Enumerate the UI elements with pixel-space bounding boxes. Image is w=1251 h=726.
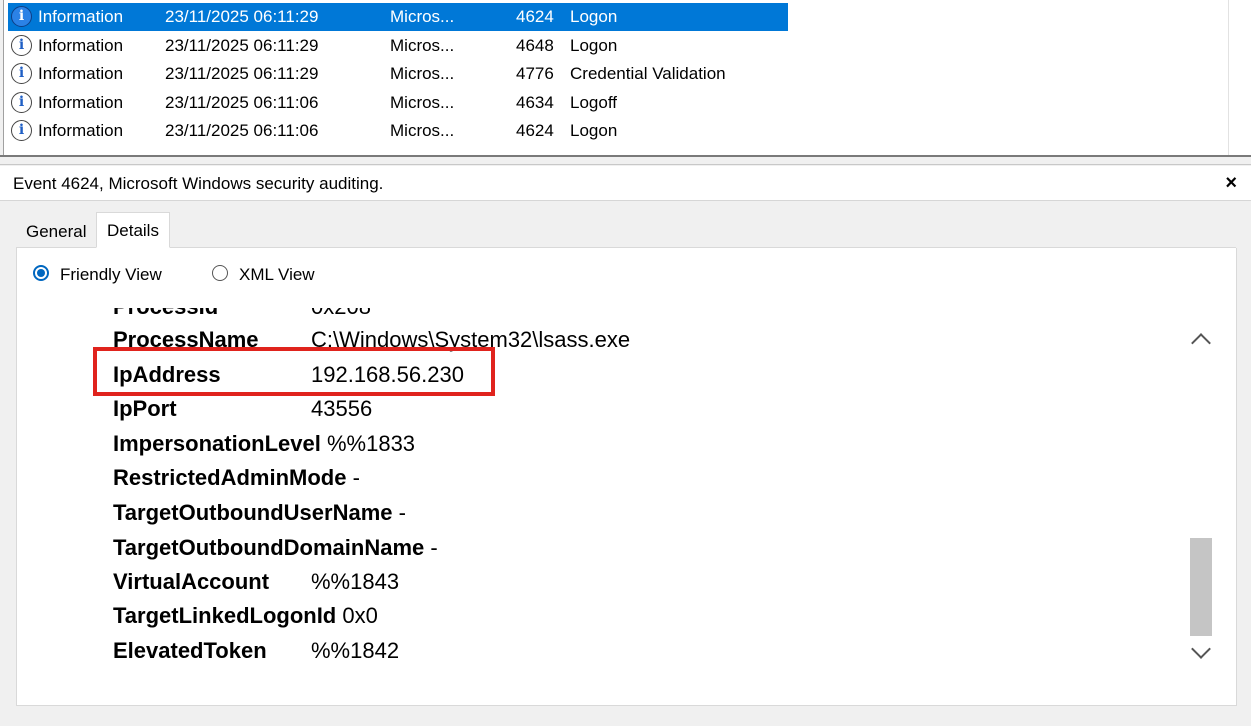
event-id: 4634: [516, 93, 554, 112]
event-id: 4624: [516, 7, 554, 26]
event-row[interactable]: i Information 23/11/2025 06:11:29 Micros…: [8, 60, 788, 88]
event-id: 4776: [516, 64, 554, 83]
event-date: 23/11/2025 06:11:29: [165, 7, 319, 26]
event-date: 23/11/2025 06:11:29: [165, 36, 319, 55]
list-right-border: [1228, 0, 1251, 155]
field-key: IpPort: [113, 396, 177, 421]
info-icon: i: [11, 63, 32, 84]
info-icon: i: [11, 6, 32, 27]
radio-selected-icon[interactable]: [33, 265, 49, 281]
field-value: -: [430, 535, 438, 560]
event-id: 4648: [516, 36, 554, 55]
pane-splitter[interactable]: [0, 155, 1251, 165]
event-task: Logon: [570, 36, 618, 55]
friendly-view-label: Friendly View: [60, 265, 162, 284]
field-key: TargetOutboundDomainName: [113, 535, 425, 560]
list-left-border: [0, 0, 4, 155]
ip-address-highlight: [93, 347, 495, 396]
chevron-up-icon[interactable]: [1188, 326, 1214, 353]
info-icon: i: [11, 35, 32, 56]
event-date: 23/11/2025 06:11:06: [165, 93, 319, 112]
event-date: 23/11/2025 06:11:29: [165, 64, 319, 83]
field-value: %%1842: [311, 638, 400, 663]
event-list[interactable]: i Information 23/11/2025 06:11:29 Micros…: [0, 0, 1251, 155]
field-value: -: [352, 465, 360, 490]
info-icon: i: [11, 92, 32, 113]
event-level: Information: [38, 64, 124, 83]
field-key: VirtualAccount: [113, 569, 270, 594]
field-value: 0x0: [342, 603, 378, 628]
event-row[interactable]: i Information 23/11/2025 06:11:29 Micros…: [8, 3, 788, 31]
event-level: Information: [38, 36, 124, 55]
tab-details[interactable]: Details: [96, 212, 170, 248]
field-key: ProcessId: [113, 308, 218, 319]
event-source: Micros...: [390, 121, 455, 140]
field-key: TargetOutboundUserName: [113, 500, 393, 525]
event-source: Micros...: [390, 64, 455, 83]
chevron-down-icon[interactable]: [1188, 639, 1214, 668]
info-icon: i: [11, 120, 32, 141]
event-task: Logon: [570, 7, 618, 26]
radio-unselected-icon[interactable]: [212, 265, 228, 281]
event-level: Information: [38, 121, 124, 140]
field-value: %%1843: [311, 569, 400, 594]
field-value: %%1833: [326, 431, 416, 456]
field-row: ElevatedToken %%1842: [113, 633, 399, 668]
event-row[interactable]: i Information 23/11/2025 06:11:29 Micros…: [8, 32, 788, 60]
event-id: 4624: [516, 121, 554, 140]
field-value: -: [398, 500, 406, 525]
close-icon[interactable]: ×: [1225, 170, 1237, 196]
event-task: Logon: [570, 121, 618, 140]
field-row: TargetOutboundDomainName -: [113, 530, 438, 565]
field-row: TargetLinkedLogonId 0x0: [113, 598, 378, 633]
field-row: VirtualAccount %%1843: [113, 564, 399, 599]
xml-view-label: XML View: [239, 265, 315, 284]
event-source: Micros...: [390, 36, 455, 55]
tab-general[interactable]: General: [16, 215, 96, 247]
field-key: TargetLinkedLogonId: [113, 603, 337, 628]
field-key: RestrictedAdminMode: [113, 465, 347, 490]
detail-title: Event 4624, Microsoft Windows security a…: [13, 174, 384, 193]
event-date: 23/11/2025 06:11:06: [165, 121, 319, 140]
tab-strip: General Details: [16, 212, 1236, 248]
scrollbar-thumb[interactable]: [1190, 538, 1212, 636]
event-source: Micros...: [390, 93, 455, 112]
detail-header: Event 4624, Microsoft Windows security a…: [0, 166, 1251, 201]
field-row: RestrictedAdminMode -: [113, 460, 360, 495]
field-key: ImpersonationLevel: [113, 431, 321, 456]
event-row[interactable]: i Information 23/11/2025 06:11:06 Micros…: [8, 117, 788, 145]
field-key: ElevatedToken: [113, 638, 267, 663]
event-source: Micros...: [390, 7, 455, 26]
field-row: IpPort 43556: [113, 391, 372, 426]
field-value: 43556: [311, 396, 373, 421]
event-level: Information: [38, 7, 124, 26]
event-task: Credential Validation: [570, 64, 726, 83]
event-level: Information: [38, 93, 124, 112]
field-row: TargetOutboundUserName -: [113, 495, 406, 530]
event-row[interactable]: i Information 23/11/2025 06:11:06 Micros…: [8, 89, 788, 117]
event-task: Logoff: [570, 93, 617, 112]
field-row: ImpersonationLevel %%1833: [113, 426, 415, 461]
